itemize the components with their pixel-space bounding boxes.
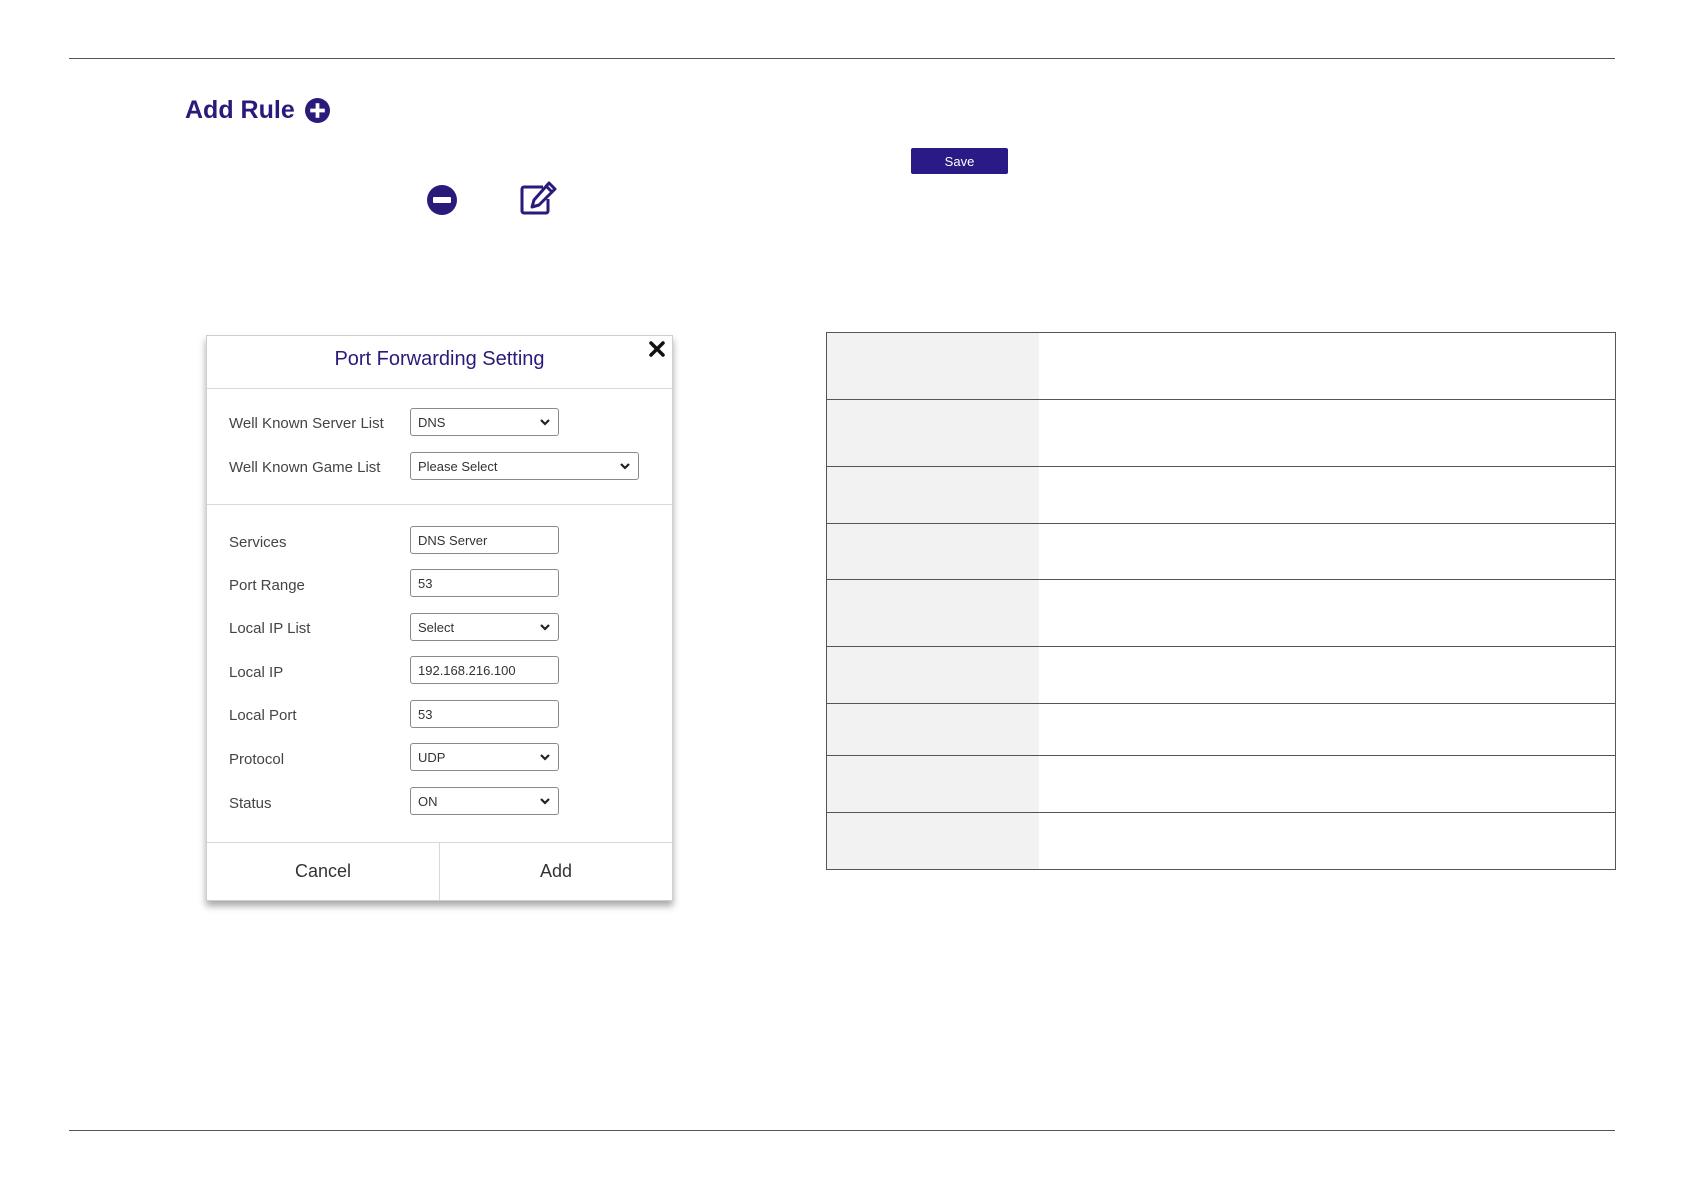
local-ip-list-select[interactable]: Select	[410, 613, 559, 641]
well-known-server-value: DNS	[418, 414, 446, 430]
table-row	[826, 755, 1616, 813]
table-row	[826, 703, 1616, 756]
field-description-table	[826, 332, 1616, 870]
table-row	[826, 399, 1616, 467]
table-value-cell	[1039, 812, 1616, 870]
table-key-cell	[826, 703, 1039, 756]
add-button[interactable]: Add	[439, 843, 672, 900]
local-ip-list-label: Local IP List	[229, 620, 311, 637]
table-key-cell	[826, 812, 1039, 870]
port-forwarding-dialog: Port Forwarding Setting Well Known Serve…	[206, 335, 673, 901]
top-rule	[69, 58, 1615, 59]
chevron-down-icon	[540, 419, 550, 426]
chevron-down-icon	[620, 463, 630, 470]
well-known-game-value: Please Select	[418, 458, 498, 474]
bottom-rule	[69, 1130, 1615, 1131]
local-ip-label: Local IP	[229, 664, 284, 681]
table-key-cell	[826, 523, 1039, 580]
table-value-cell	[1039, 579, 1616, 647]
protocol-value: UDP	[418, 749, 446, 765]
save-button[interactable]: Save	[911, 148, 1008, 174]
add-rule-label: Add Rule	[185, 96, 295, 124]
chevron-down-icon	[540, 624, 550, 631]
cancel-button[interactable]: Cancel	[207, 843, 439, 900]
protocol-select[interactable]: UDP	[410, 743, 559, 771]
table-row	[826, 523, 1616, 580]
table-value-cell	[1039, 646, 1616, 704]
add-rule-button[interactable]: Add Rule	[185, 96, 330, 125]
well-known-game-list-label: Well Known Game List	[229, 459, 381, 476]
services-value: DNS Server	[418, 532, 488, 548]
table-value-cell	[1039, 523, 1616, 580]
table-value-cell	[1039, 466, 1616, 524]
local-ip-input[interactable]: 192.168.216.100	[410, 656, 559, 684]
port-range-label: Port Range	[229, 577, 305, 594]
local-ip-list-value: Select	[418, 619, 455, 635]
table-key-cell	[826, 332, 1039, 400]
status-select[interactable]: ON	[410, 787, 559, 815]
port-range-input[interactable]: 53	[410, 569, 559, 597]
table-key-cell	[826, 579, 1039, 647]
plus-circle-icon	[304, 98, 330, 123]
table-row	[826, 812, 1616, 870]
chevron-down-icon	[540, 754, 550, 761]
status-value: ON	[418, 793, 438, 809]
protocol-label: Protocol	[229, 751, 285, 768]
table-row	[826, 332, 1616, 400]
table-value-cell	[1039, 703, 1616, 756]
dialog-footer: Cancel Add	[207, 842, 672, 900]
local-port-label: Local Port	[229, 707, 297, 724]
table-key-cell	[826, 755, 1039, 813]
status-label: Status	[229, 795, 272, 812]
edit-pencil-icon[interactable]	[519, 181, 557, 215]
well-known-server-select[interactable]: DNS	[410, 408, 559, 436]
local-port-value: 53	[418, 706, 433, 722]
table-row	[826, 579, 1616, 647]
divider	[207, 388, 672, 389]
table-row	[826, 466, 1616, 524]
chevron-down-icon	[540, 798, 550, 805]
table-key-cell	[826, 466, 1039, 524]
local-ip-value: 192.168.216.100	[418, 662, 516, 678]
table-key-cell	[826, 399, 1039, 467]
table-value-cell	[1039, 399, 1616, 467]
table-value-cell	[1039, 755, 1616, 813]
table-value-cell	[1039, 332, 1616, 400]
services-input[interactable]: DNS Server	[410, 526, 559, 554]
port-range-value: 53	[418, 575, 433, 591]
well-known-server-list-label: Well Known Server List	[229, 415, 384, 432]
table-row	[826, 646, 1616, 704]
table-key-cell	[826, 646, 1039, 704]
local-port-input[interactable]: 53	[410, 700, 559, 728]
divider	[207, 504, 672, 505]
dialog-title: Port Forwarding Setting	[334, 348, 545, 370]
services-label: Services	[229, 534, 287, 551]
well-known-game-select[interactable]: Please Select	[410, 452, 639, 480]
minus-circle-icon[interactable]	[426, 184, 458, 216]
